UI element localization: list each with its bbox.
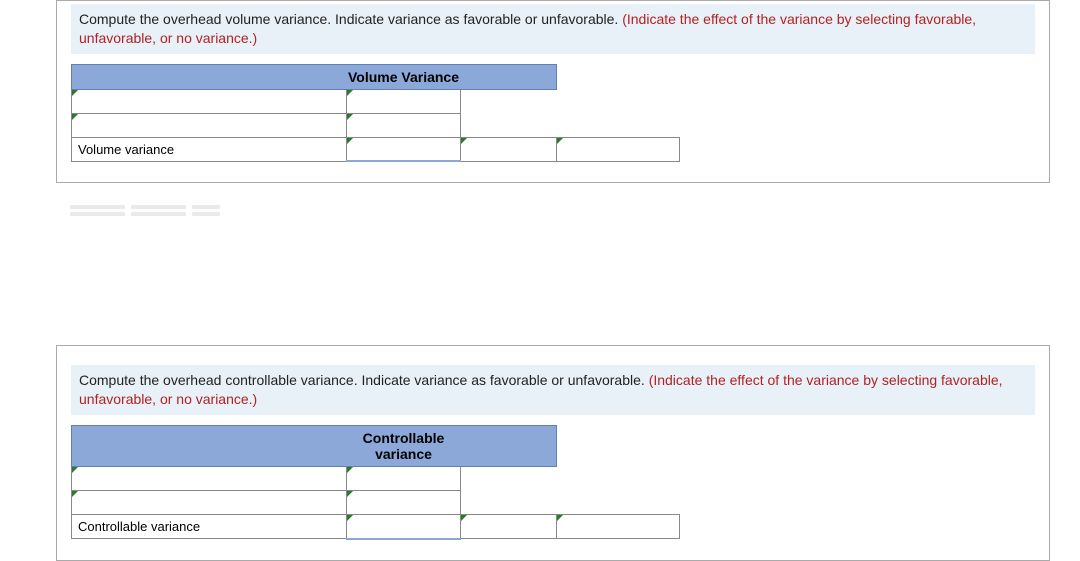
row1-value1-input[interactable] xyxy=(347,89,461,113)
instruction-text: Compute the overhead controllable varian… xyxy=(79,372,649,388)
c-row2-label-input[interactable] xyxy=(72,491,347,515)
row2-value1-input[interactable] xyxy=(347,113,461,137)
c-row2-value1-input[interactable] xyxy=(347,491,461,515)
table-header-controllable: Controllable variance xyxy=(347,426,461,467)
volume-result-flag2[interactable] xyxy=(557,137,680,161)
controllable-result-flag2[interactable] xyxy=(557,515,680,539)
volume-result-value[interactable] xyxy=(347,137,461,161)
controllable-result-flag1[interactable] xyxy=(461,515,557,539)
controllable-variance-panel: Compute the overhead controllable varian… xyxy=(56,345,1050,560)
c-row1-value1-input[interactable] xyxy=(347,467,461,491)
controllable-variance-row-label: Controllable variance xyxy=(72,515,347,539)
c-row1-label-input[interactable] xyxy=(72,467,347,491)
volume-variance-table: Volume Variance Volume variance xyxy=(71,64,680,163)
instruction-bar-volume: Compute the overhead volume variance. In… xyxy=(71,4,1035,54)
volume-variance-panel: Compute the overhead volume variance. In… xyxy=(56,0,1050,183)
row1-label-input[interactable] xyxy=(72,89,347,113)
controllable-variance-table: Controllable variance Controllable varia… xyxy=(71,425,680,540)
table-header-volume: Volume Variance xyxy=(347,64,461,89)
volume-result-flag1[interactable] xyxy=(461,137,557,161)
volume-variance-row-label: Volume variance xyxy=(72,137,347,161)
row2-label-input[interactable] xyxy=(72,113,347,137)
gap-spacer xyxy=(0,195,1080,345)
smudge-marks xyxy=(70,205,222,216)
instruction-bar-controllable: Compute the overhead controllable varian… xyxy=(71,365,1035,415)
instruction-text: Compute the overhead volume variance. In… xyxy=(79,11,622,27)
controllable-result-value[interactable] xyxy=(347,515,461,539)
